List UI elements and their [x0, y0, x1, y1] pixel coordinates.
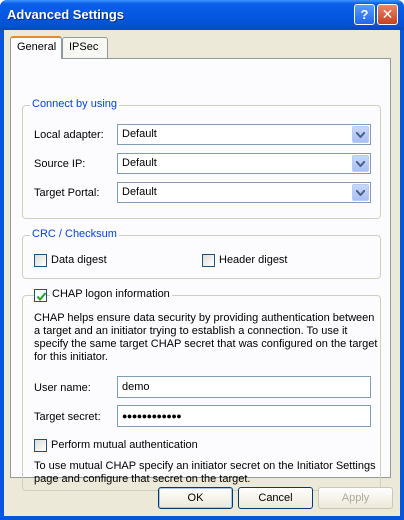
chap-checkbox[interactable]: [34, 289, 47, 302]
connect-group-legend: Connect by using: [30, 98, 119, 110]
crc-group-legend: CRC / Checksum: [30, 228, 119, 240]
crc-group: CRC / Checksum Data digest Header digest: [22, 228, 381, 279]
local-adapter-combo[interactable]: Default: [117, 124, 371, 145]
mutual-auth-label[interactable]: Perform mutual authentication: [51, 439, 198, 451]
source-ip-combo[interactable]: Default: [117, 153, 371, 174]
chevron-down-icon[interactable]: [352, 126, 369, 143]
mutual-description: To use mutual CHAP specify an initiator …: [34, 460, 376, 485]
chevron-down-icon[interactable]: [352, 184, 369, 201]
close-button[interactable]: ✕: [377, 4, 398, 25]
target-secret-label: Target secret:: [34, 411, 101, 423]
dialog-window: Advanced Settings ? ✕ General IPSec Conn…: [0, 0, 404, 520]
target-secret-value: ●●●●●●●●●●●●: [122, 411, 182, 421]
target-portal-value: Default: [122, 186, 157, 198]
local-adapter-value: Default: [122, 128, 157, 140]
source-ip-value: Default: [122, 157, 157, 169]
dialog-client: General IPSec Connect by using Local ada…: [4, 30, 400, 516]
help-button[interactable]: ?: [354, 4, 375, 25]
source-ip-label: Source IP:: [34, 158, 86, 170]
user-name-label: User name:: [34, 382, 91, 394]
title-bar[interactable]: Advanced Settings ? ✕: [0, 0, 404, 30]
help-icon: ?: [360, 7, 369, 22]
close-icon: ✕: [381, 6, 394, 22]
user-name-input[interactable]: demo: [117, 376, 371, 398]
data-digest-label[interactable]: Data digest: [51, 254, 107, 266]
cancel-button[interactable]: Cancel: [238, 487, 313, 509]
chap-description: CHAP helps ensure data security by provi…: [34, 312, 378, 363]
data-digest-checkbox[interactable]: [34, 254, 47, 267]
tab-general[interactable]: General: [10, 36, 62, 59]
connect-group: Connect by using Local adapter: Default …: [22, 98, 381, 219]
target-portal-combo[interactable]: Default: [117, 182, 371, 203]
chap-group: CHAP logon information CHAP helps ensure…: [22, 288, 381, 491]
window-title: Advanced Settings: [7, 7, 125, 22]
header-digest-checkbox[interactable]: [202, 254, 215, 267]
checkmark-icon: [36, 292, 47, 302]
user-name-value: demo: [122, 381, 150, 393]
chevron-down-icon[interactable]: [352, 155, 369, 172]
local-adapter-label: Local adapter:: [34, 129, 104, 141]
apply-button[interactable]: Apply: [318, 487, 393, 509]
chap-checkbox-label[interactable]: CHAP logon information: [50, 288, 172, 300]
tab-ipsec-label: IPSec: [69, 41, 99, 53]
tab-ipsec[interactable]: IPSec: [62, 37, 108, 58]
ok-button[interactable]: OK: [158, 487, 233, 509]
target-portal-label: Target Portal:: [34, 187, 100, 199]
mutual-auth-checkbox[interactable]: [34, 439, 47, 452]
header-digest-label[interactable]: Header digest: [219, 254, 288, 266]
general-tab-panel: Connect by using Local adapter: Default …: [10, 58, 391, 491]
tab-general-label: General: [17, 41, 57, 53]
target-secret-input[interactable]: ●●●●●●●●●●●●: [117, 405, 371, 427]
